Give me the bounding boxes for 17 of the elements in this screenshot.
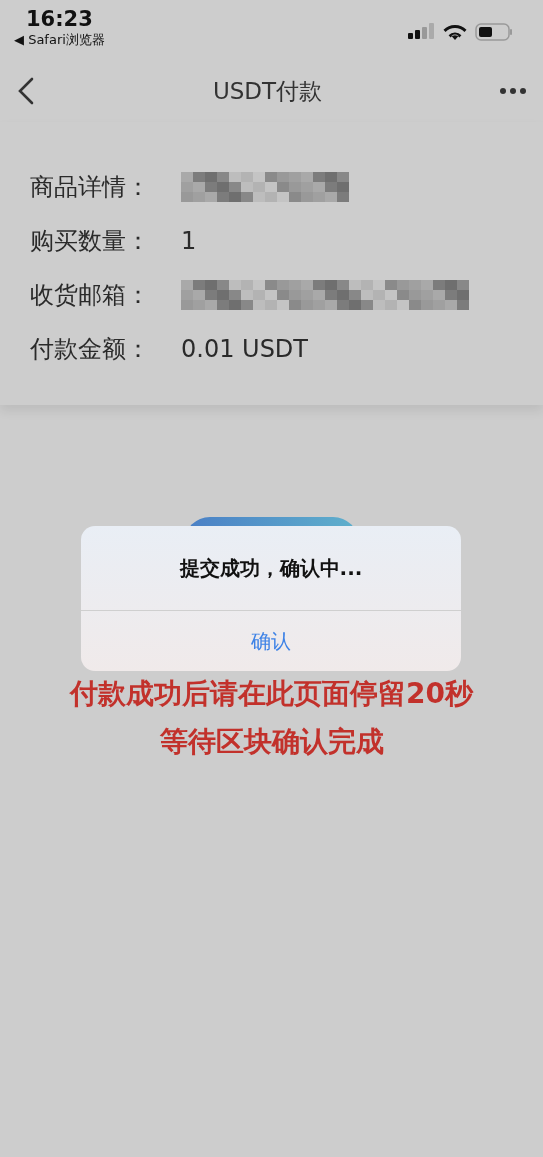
status-time: 16:23 <box>26 6 93 32</box>
detail-value: 1 <box>181 227 197 255</box>
battery-icon <box>475 23 513 41</box>
notice-text: 等待区块确认完成 <box>159 725 384 759</box>
more-icon[interactable] <box>499 87 527 95</box>
detail-value: 0.01 USDT <box>181 335 308 363</box>
detail-label: 购买数量： <box>30 226 151 257</box>
signal-icon <box>408 23 435 41</box>
notice-text: 付款成功后请在此页面停留20秒 <box>70 677 473 711</box>
detail-label: 付款金额： <box>30 334 151 365</box>
alert-message: 提交成功，确认中... <box>179 554 363 582</box>
detail-label: 商品详情： <box>30 172 151 203</box>
wifi-icon <box>443 23 467 41</box>
page-title: USDT付款 <box>212 76 323 106</box>
back-icon[interactable] <box>16 76 36 106</box>
back-to-app-link[interactable]: ◀ Safari浏览器 <box>14 32 105 48</box>
detail-label: 收货邮箱： <box>30 280 151 311</box>
